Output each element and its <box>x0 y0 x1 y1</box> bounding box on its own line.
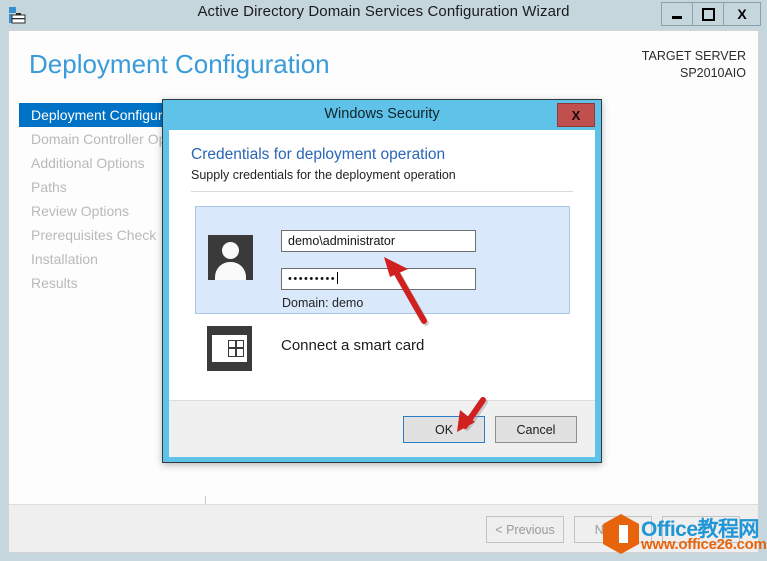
window-controls: X <box>661 2 761 26</box>
dialog-footer: OK Cancel <box>169 400 595 457</box>
connect-smart-card-option[interactable]: Connect a smart card <box>281 337 424 354</box>
window-title: Active Directory Domain Services Configu… <box>197 3 570 20</box>
password-masked-value: ••••••••• <box>288 273 337 285</box>
avatar-body <box>215 262 246 280</box>
site-watermark: Office教程网 www.office26.com <box>603 511 767 555</box>
watermark-url: www.office26.com <box>641 536 767 553</box>
close-button[interactable]: X <box>723 2 761 26</box>
text-caret <box>337 272 339 284</box>
user-avatar-icon <box>208 235 253 280</box>
credential-entry-panel: demo\administrator ••••••••• Domain: dem… <box>195 206 570 314</box>
target-server-name: SP2010AIO <box>679 66 746 80</box>
dialog-body: Credentials for deployment operation Sup… <box>169 130 595 457</box>
smart-card-icon <box>207 326 252 371</box>
previous-button[interactable]: < Previous <box>486 516 564 543</box>
dialog-heading: Credentials for deployment operation <box>191 146 446 163</box>
minimize-button[interactable] <box>661 2 693 26</box>
domain-label: Domain: demo <box>282 296 364 310</box>
window-title-bar: Active Directory Domain Services Configu… <box>0 0 767 30</box>
maximize-button[interactable] <box>692 2 724 26</box>
target-server-info: TARGET SERVER SP2010AIO <box>642 48 746 82</box>
username-input[interactable]: demo\administrator <box>281 230 476 252</box>
avatar-head <box>222 242 239 259</box>
dialog-buttons: OK Cancel <box>403 416 577 443</box>
smart-card-chip <box>228 340 244 357</box>
dialog-divider <box>191 191 573 192</box>
maximize-icon <box>701 7 715 21</box>
password-input[interactable]: ••••••••• <box>281 268 476 290</box>
dialog-close-button[interactable]: X <box>557 103 595 127</box>
dialog-title: Windows Security <box>324 106 440 122</box>
ok-button[interactable]: OK <box>403 416 485 443</box>
application-window: Active Directory Domain Services Configu… <box>0 0 767 561</box>
dialog-cancel-button[interactable]: Cancel <box>495 416 577 443</box>
page-title: Deployment Configuration <box>29 49 330 79</box>
windows-security-dialog: Windows Security X Credentials for deplo… <box>162 99 602 463</box>
dialog-subheading: Supply credentials for the deployment op… <box>191 168 456 182</box>
target-server-label: TARGET SERVER <box>641 49 746 63</box>
office-logo-icon <box>603 514 639 554</box>
smart-card-body <box>212 335 247 362</box>
minimize-icon <box>672 15 682 19</box>
